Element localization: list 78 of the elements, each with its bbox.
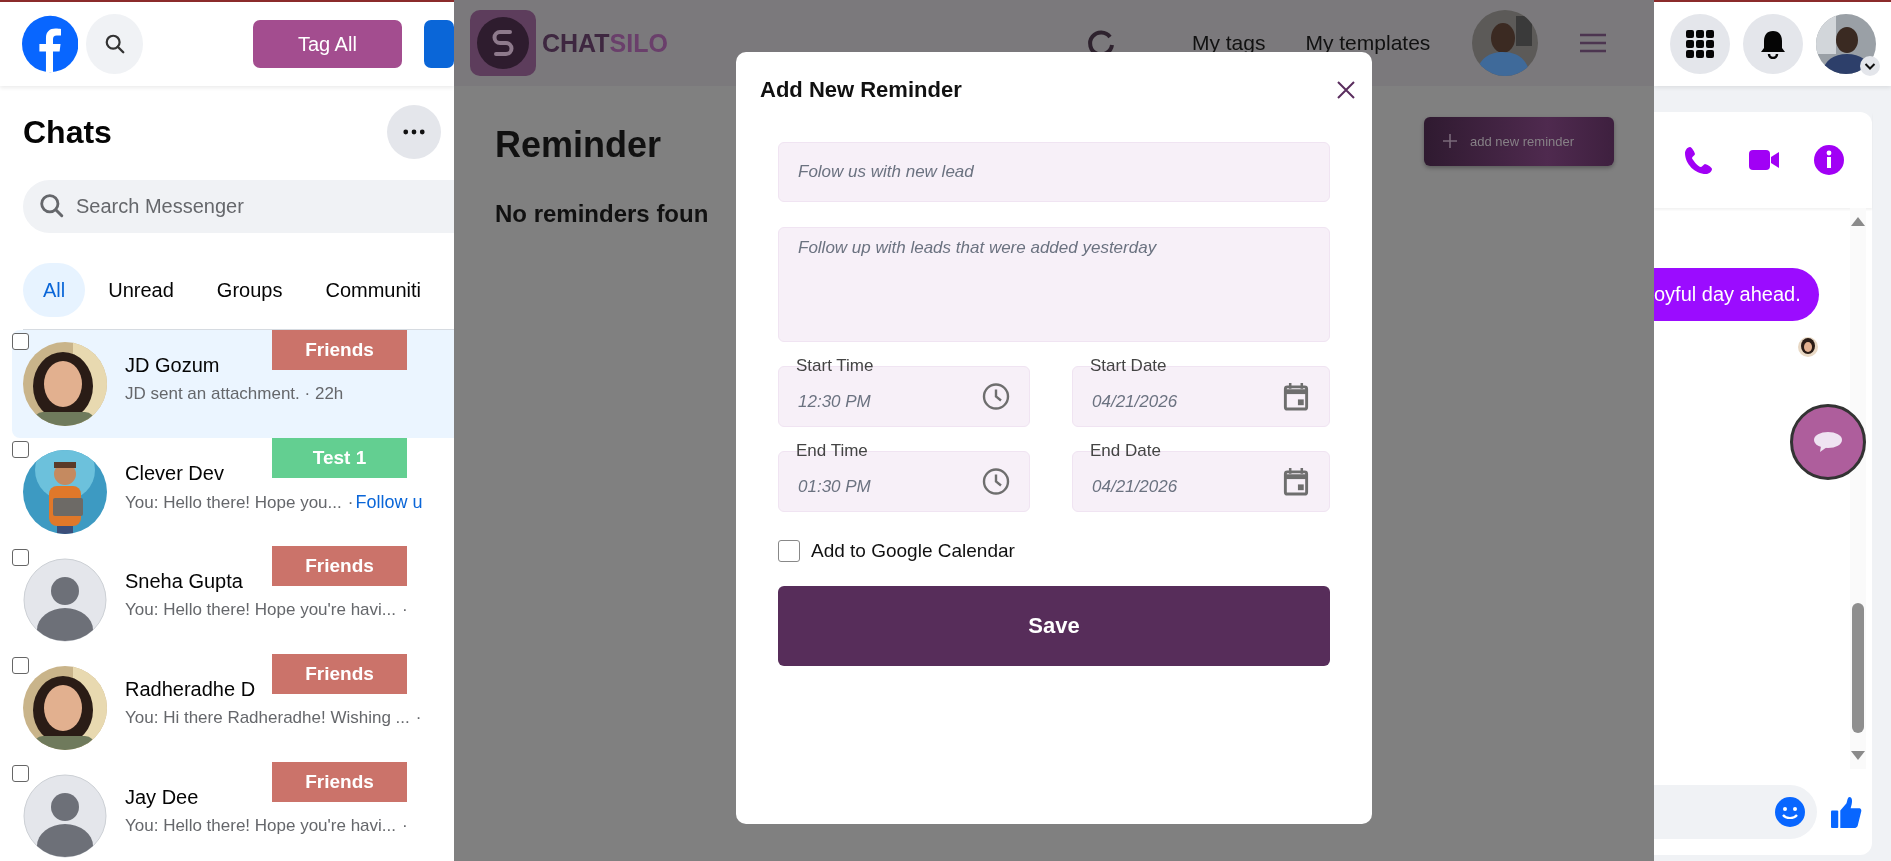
logo-icon xyxy=(470,10,536,76)
contact-name: Sneha Gupta xyxy=(125,569,244,594)
message-bubble: oyful day ahead. xyxy=(1654,268,1819,321)
tag-label: Friends xyxy=(272,330,407,370)
checkbox[interactable] xyxy=(12,657,29,674)
brand-name: CHATSILO xyxy=(542,28,668,58)
message-preview: You: Hello there! Hope you're havi... xyxy=(125,816,396,836)
message-field[interactable] xyxy=(1654,785,1817,839)
checkbox[interactable] xyxy=(12,441,29,458)
speech-bubble-icon xyxy=(1813,431,1843,453)
separator-dot: · xyxy=(402,816,408,836)
filter-tab[interactable]: Groups xyxy=(196,263,303,317)
description-field[interactable]: Follow up with leads that were added yesterday xyxy=(778,227,1330,342)
message-preview: You: Hello there! Hope you... xyxy=(125,493,342,513)
message-preview: You: Hi there Radheradhe! Wishing ... xyxy=(125,708,410,728)
save-button[interactable]: Save xyxy=(778,586,1330,666)
message-preview: JD sent an attachment. · 22h xyxy=(125,384,344,404)
scroll-up-icon[interactable] xyxy=(1851,216,1865,226)
chat-item[interactable]: Friends Jay Dee You: Hello there! Hope you're havi... · xyxy=(12,762,454,861)
menu-button[interactable] xyxy=(1670,14,1730,74)
facebook-logo[interactable] xyxy=(22,14,79,74)
separator-dot: · xyxy=(415,708,422,728)
tag-label: Friends xyxy=(272,654,407,694)
default-avatar-icon xyxy=(23,558,107,642)
close-icon[interactable] xyxy=(1336,80,1356,100)
clock-icon[interactable] xyxy=(982,467,1010,496)
menu-icon[interactable] xyxy=(1580,33,1607,53)
chat-item[interactable]: Friends Radheradhe D You: Hi there Radheradhe! Wishing ... · xyxy=(12,654,454,762)
tag-all-button[interactable]: Tag All xyxy=(252,20,402,68)
tag-label: Friends xyxy=(272,546,407,586)
nav-link[interactable]: My templates xyxy=(1305,31,1431,55)
header-button[interactable] xyxy=(424,20,454,68)
contact-name: JD Gozum xyxy=(125,353,221,378)
more-icon xyxy=(403,129,425,135)
calendar-icon[interactable] xyxy=(1282,382,1310,411)
phone-icon[interactable] xyxy=(1683,145,1714,175)
tag-label: Test 1 xyxy=(272,438,407,478)
empty-message: No reminders foun xyxy=(495,200,710,228)
separator-dot: · xyxy=(402,600,408,620)
contact-name: Jay Dee xyxy=(125,785,200,810)
page-title: Reminder xyxy=(495,124,662,166)
checkbox[interactable] xyxy=(12,549,29,566)
checkbox-label: Add to Google Calendar xyxy=(811,540,1015,562)
follow-link[interactable]: Follow u xyxy=(355,492,423,513)
chats-title: Chats xyxy=(23,113,112,151)
emoji-icon[interactable] xyxy=(1775,797,1805,827)
filter-tab[interactable]: Unread xyxy=(88,263,194,317)
tag-label: Friends xyxy=(272,762,407,802)
search-icon xyxy=(103,33,126,55)
filter-tab[interactable]: All xyxy=(23,263,86,317)
clock-icon[interactable] xyxy=(982,382,1010,411)
calendar-icon[interactable] xyxy=(1282,467,1310,496)
chat-item[interactable]: Test 1 Clever Dev You: Hello there! Hope you... ·Follow u xyxy=(12,438,454,546)
add-reminder-button[interactable]: add new reminder xyxy=(1424,116,1614,166)
separator-dot: · xyxy=(347,493,354,513)
chat-item[interactable]: Friends Sneha Gupta You: Hello there! Hope you're havi... · xyxy=(12,546,454,654)
search-field[interactable]: Search Messenger xyxy=(23,180,454,233)
info-icon[interactable] xyxy=(1814,145,1845,175)
grid-icon xyxy=(1686,30,1714,58)
bell-icon xyxy=(1759,29,1787,59)
scrollbar-thumb[interactable] xyxy=(1852,603,1864,733)
caret-icon[interactable] xyxy=(1860,56,1880,76)
contact-name: Clever Dev xyxy=(125,461,225,486)
checkbox[interactable] xyxy=(778,540,800,562)
contact-name: Radheradhe D xyxy=(125,677,257,702)
title-field[interactable]: Folow us with new lead xyxy=(778,142,1330,202)
message-preview: You: Hello there! Hope you're havi... xyxy=(125,600,396,620)
search-icon xyxy=(39,193,65,219)
video-camera-icon[interactable] xyxy=(1749,148,1779,172)
default-avatar-icon xyxy=(23,774,107,858)
dialog-title: Add New Reminder xyxy=(760,77,962,103)
scroll-down-icon[interactable] xyxy=(1851,751,1865,761)
chat-item[interactable]: Friends JD Gozum JD sent an attachment. · 22h xyxy=(12,330,454,438)
thumbs-up-icon[interactable] xyxy=(1831,796,1862,828)
filter-tab[interactable]: Communiti xyxy=(305,263,441,317)
plus-icon xyxy=(1442,133,1458,149)
checkbox[interactable] xyxy=(12,765,29,782)
checkbox[interactable] xyxy=(12,333,29,350)
